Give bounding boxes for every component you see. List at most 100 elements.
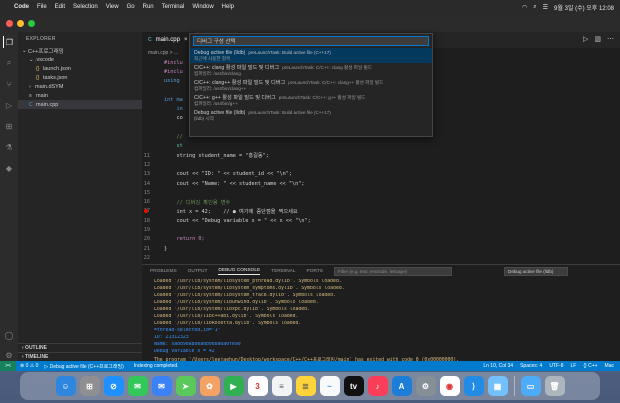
- minimize-window-button[interactable]: [17, 19, 24, 27]
- menu-view[interactable]: View: [106, 4, 119, 10]
- line-number: 15: [143, 189, 150, 196]
- panel-tab-problems[interactable]: PROBLEMS: [150, 269, 177, 274]
- close-tab-icon[interactable]: ×: [184, 37, 188, 43]
- appstore-icon[interactable]: A: [391, 376, 412, 396]
- panel-outline[interactable]: › OUTLINE: [18, 343, 142, 352]
- code-text: return 0;: [164, 236, 205, 243]
- python-icon[interactable]: ◆: [3, 162, 15, 174]
- split-editor-icon[interactable]: ▥: [594, 35, 601, 43]
- tree-item-label: main: [36, 92, 48, 99]
- console-filter-input[interactable]: Filter (e.g. text, !exclude, \escape): [334, 267, 452, 276]
- messages-icon[interactable]: ✉: [127, 376, 148, 396]
- close-window-button[interactable]: [6, 19, 13, 27]
- maps-icon[interactable]: ➤: [175, 376, 196, 396]
- console-line: Loaded '/usr/lib/libRosetta.dylib'. Symb…: [154, 321, 302, 326]
- menu-go[interactable]: Go: [127, 4, 135, 10]
- menu-selection[interactable]: Selection: [73, 4, 98, 10]
- eol[interactable]: LF: [571, 363, 577, 369]
- notes-icon[interactable]: ≣: [295, 376, 316, 396]
- menu-run[interactable]: Run: [143, 4, 154, 10]
- cursor-position[interactable]: Ln 10, Col 34: [483, 363, 513, 369]
- tree-item[interactable]: ⌄ C++프로그래밍: [18, 46, 142, 55]
- menu-window[interactable]: Window: [192, 4, 213, 10]
- freeform-icon[interactable]: ~: [319, 376, 340, 396]
- music-icon[interactable]: ♪: [367, 376, 388, 396]
- tab-main-cpp[interactable]: Cmain.cpp ×: [142, 32, 195, 48]
- facetime-icon[interactable]: ▶: [223, 376, 244, 396]
- trash-icon[interactable]: 🗑: [544, 376, 565, 396]
- wifi-icon[interactable]: ◠: [522, 4, 527, 11]
- platform[interactable]: Mac: [605, 363, 614, 369]
- activity-bar: ❐ ⌕ ⑂ ▷ ⊞ ⚗ ◆ ◯ ⚙: [0, 32, 18, 371]
- reminders-icon[interactable]: ≡: [271, 376, 292, 396]
- tree-item[interactable]: Cmain.cpp: [18, 100, 142, 109]
- account-icon[interactable]: ◯: [3, 329, 15, 341]
- debug-launch-status[interactable]: ▷ Debug active file (C++프로그래밍): [44, 363, 123, 370]
- quickpick-item-detail: 컴파일러: /usr/bin/clang++: [194, 86, 247, 91]
- tv-icon[interactable]: tv: [343, 376, 364, 396]
- folder-icon[interactable]: ▭: [520, 376, 541, 396]
- quickpick-item[interactable]: Debug active file (lldb) preLaunchTask: B…: [190, 48, 432, 63]
- status-icons: ◠ ⌕ ☰ 9월 3일 (수) 오후 12:08: [522, 3, 614, 12]
- encoding[interactable]: UTF-8: [549, 363, 563, 369]
- quickpick-item-desc: preLaunchTask: C/C++: clang++ 활성 파일 빌드: [288, 80, 384, 85]
- tree-item[interactable]: ≡ main: [18, 91, 142, 100]
- panel-tab-terminal[interactable]: TERMINAL: [271, 269, 295, 274]
- mail-icon[interactable]: ✉: [151, 376, 172, 396]
- tree-item[interactable]: ⌄ .vscode: [18, 55, 142, 64]
- debug-session-select[interactable]: Debug active file (lldb): [504, 267, 568, 276]
- calendar-icon[interactable]: 3: [247, 376, 268, 396]
- tree-item[interactable]: {} tasks.json: [18, 73, 142, 82]
- quickpick-item[interactable]: C/C++: clang++ 활성 파일 빌드 및 디버그 preLaunchTa…: [190, 78, 432, 93]
- menu-help[interactable]: Help: [222, 4, 234, 10]
- panel-timeline[interactable]: › TIMELINE: [18, 352, 142, 361]
- more-actions-icon[interactable]: ⋯: [607, 35, 614, 43]
- manage-gear-icon[interactable]: ⚙: [3, 349, 15, 361]
- quickpick-item-title-row: C/C++: clang 활성 파일 빌드 및 디버그 preLaunchTask…: [194, 64, 428, 71]
- clock-datetime[interactable]: 9월 3일 (수) 오후 12:08: [554, 3, 614, 12]
- panel-tab-ports[interactable]: PORTS: [307, 269, 323, 274]
- remote-indicator[interactable]: ><: [0, 361, 16, 371]
- preview-icon[interactable]: ▦: [487, 376, 508, 396]
- launchpad-icon[interactable]: ⊞: [79, 376, 100, 396]
- zoom-window-button[interactable]: [28, 19, 35, 27]
- panel-tab-debug-console[interactable]: DEBUG CONSOLE: [218, 268, 261, 275]
- extensions-icon[interactable]: ⊞: [3, 120, 15, 132]
- quickpick-input[interactable]: 디버그 구성 선택: [193, 36, 429, 46]
- search-icon[interactable]: ⌕: [533, 4, 536, 11]
- menu-terminal[interactable]: Terminal: [162, 4, 185, 10]
- line-number: 14: [143, 180, 150, 187]
- console-line: =thread-selected,id="1": [154, 328, 221, 333]
- run-icon[interactable]: ▷: [583, 35, 588, 43]
- file-icon: {}: [36, 65, 40, 72]
- testing-icon[interactable]: ⚗: [3, 141, 15, 153]
- panel-tab-output[interactable]: OUTPUT: [188, 269, 208, 274]
- settings-icon[interactable]: ⚙: [415, 376, 436, 396]
- app-menu[interactable]: Code: [14, 4, 29, 10]
- chrome-icon[interactable]: ◉: [439, 376, 460, 396]
- line-number: 12: [143, 161, 150, 168]
- code-text: string student_name = "홍길동";: [164, 153, 269, 160]
- control-center-icon[interactable]: ☰: [543, 4, 548, 11]
- source-control-icon[interactable]: ⑂: [3, 78, 15, 90]
- line-number: 20: [143, 236, 150, 243]
- indent-setting[interactable]: Spaces: 4: [520, 363, 542, 369]
- search-view-icon[interactable]: ⌕: [3, 57, 15, 69]
- tree-item[interactable]: {} launch.json: [18, 64, 142, 73]
- quickpick-item[interactable]: Debug active file (lldb) preLaunchTask: B…: [190, 108, 432, 123]
- safari-icon[interactable]: ⊘: [103, 376, 124, 396]
- problems-count[interactable]: ⊗ 0 ⚠ 0: [20, 363, 38, 369]
- quickpick-item-title-row: C/C++: clang++ 활성 파일 빌드 및 디버그 preLaunchTa…: [194, 79, 428, 86]
- menu-edit[interactable]: Edit: [55, 4, 65, 10]
- code-line: 13 cout << "ID: " << student_id << "\n";: [142, 170, 620, 179]
- finder-icon[interactable]: ☺: [55, 376, 76, 396]
- menu-file[interactable]: File: [37, 4, 47, 10]
- vscode-icon[interactable]: ⟩: [463, 376, 484, 396]
- quickpick-item[interactable]: C/C++: g++ 활성 파일 빌드 및 디버그 preLaunchTask: …: [190, 93, 432, 108]
- language-mode[interactable]: {} C++: [583, 363, 597, 369]
- quickpick-item[interactable]: C/C++: clang 활성 파일 빌드 및 디버그 preLaunchTask…: [190, 63, 432, 78]
- tree-item[interactable]: › main.dSYM: [18, 82, 142, 91]
- run-debug-icon[interactable]: ▷: [3, 99, 15, 111]
- photos-icon[interactable]: ✿: [199, 376, 220, 396]
- explorer-icon[interactable]: ❐: [3, 36, 15, 48]
